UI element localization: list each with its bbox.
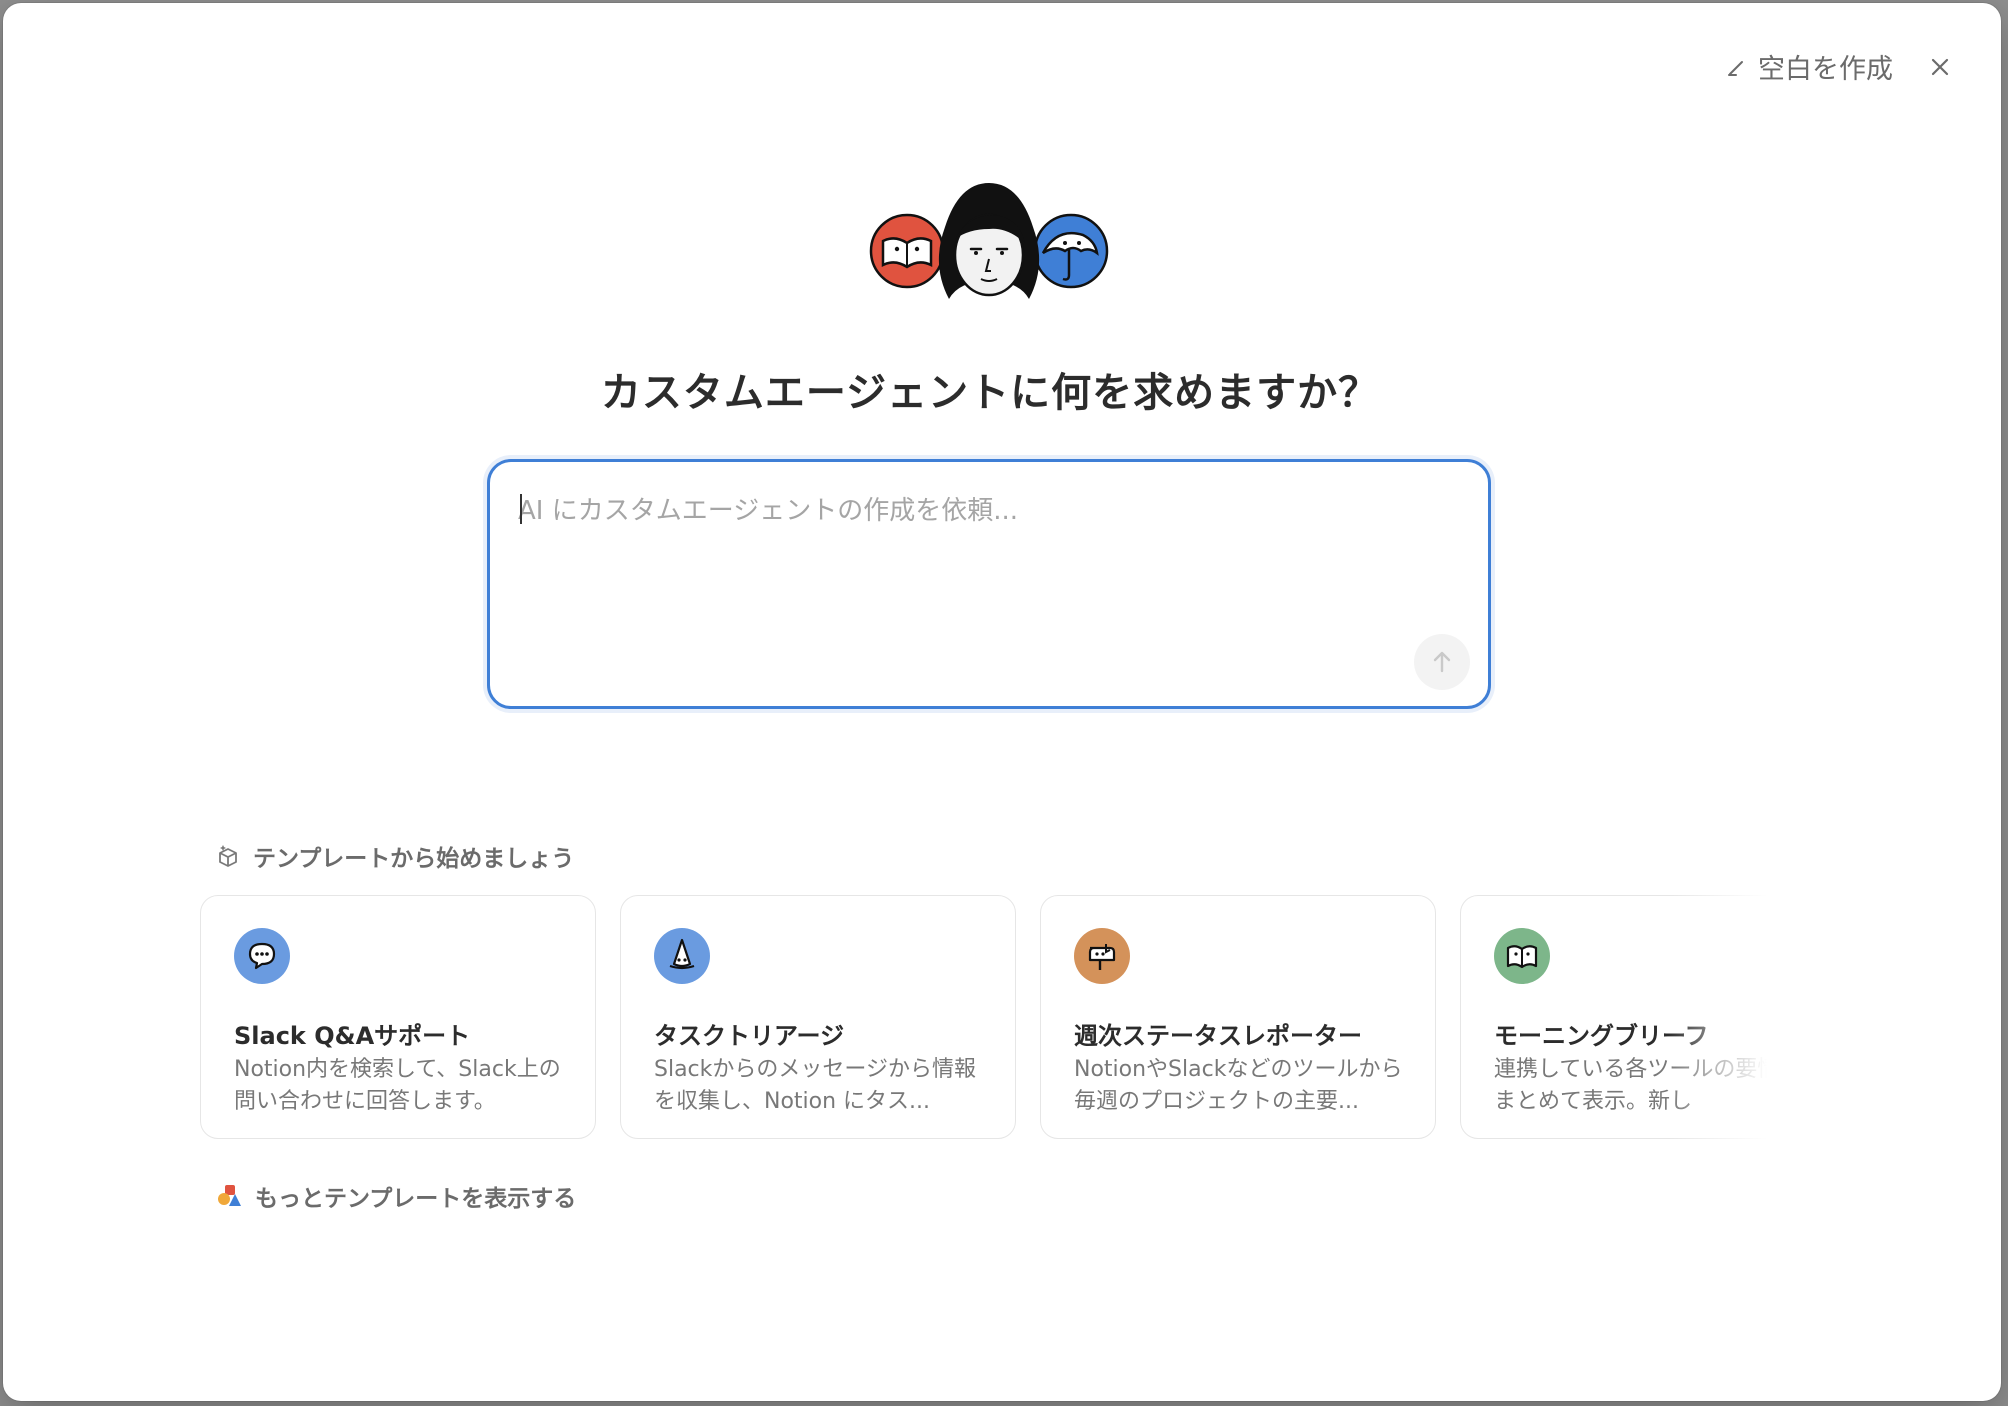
sparkle-box-icon [219,845,237,867]
book-badge-icon [869,213,945,289]
templates-section-title: テンプレートから始めましょう [215,839,574,873]
custom-agent-dialog: 空白を作成 カスタムエージェントに何を求めますか？ AI にカスタムエージェント… [3,3,2001,1401]
template-card-title: Slack Q&Aサポート [234,1022,471,1050]
dialog-top-actions: 空白を作成 [1720,43,1953,90]
template-card-weekly-status[interactable]: 週次ステータスレポーター NotionやSlackなどのツールから毎週のプロジェ… [1040,895,1436,1139]
template-card-morning-brief[interactable]: モーニングブリーフ 連携している各ツールの要情報をまとめて表示。新し [1460,895,1778,1139]
shapes-icon [218,1185,241,1206]
speech-bubble-icon [234,928,290,984]
template-card-slack-qa[interactable]: Slack Q&Aサポート Notion内を検索して、Slack上の問い合わせに… [200,895,596,1139]
create-blank-label: 空白を作成 [1758,54,1893,85]
wizard-hat-icon [654,928,710,984]
template-card-task-triage[interactable]: タスクトリアージ Slackからのメッセージから情報を収集し、Notion にタ… [620,895,1016,1139]
pencil-icon [1728,60,1743,76]
templates-section-label: テンプレートから始めましょう [253,846,575,872]
close-icon [1931,58,1949,75]
mailbox-icon [1074,928,1130,984]
template-cards: Slack Q&Aサポート Notion内を検索して、Slack上の問い合わせに… [200,893,1778,1143]
agent-prompt-input[interactable] [518,490,1448,640]
template-card-description: NotionやSlackなどのツールから毎週のプロジェクトの主要... [1074,1057,1403,1114]
open-book-icon [1494,928,1550,984]
template-card-title: モーニングブリーフ [1494,1022,1709,1050]
page-title: カスタムエージェントに何を求めますか？ [600,370,1380,416]
arrow-up-icon [1433,651,1451,673]
person-avatar-icon [938,183,1040,299]
send-button[interactable] [1414,634,1470,690]
template-card-description: 連携している各ツールの要情報をまとめて表示。新し [1494,1057,1778,1114]
template-card-description: Slackからのメッセージから情報を収集し、Notion にタス... [654,1057,976,1114]
create-blank-button[interactable]: 空白を作成 [1720,43,1899,90]
template-card-title: タスクトリアージ [654,1022,845,1050]
template-card-description: Notion内を検索して、Slack上の問い合わせに回答します。 [234,1057,561,1114]
template-card-title: 週次ステータスレポーター [1074,1022,1362,1050]
hero-illustration [869,179,1109,303]
umbrella-badge-icon [1033,213,1109,289]
agent-prompt-box [487,459,1491,709]
close-button[interactable] [1927,54,1953,80]
more-templates-link[interactable]: もっとテンプレートを表示する [215,1179,576,1213]
more-templates-label: もっとテンプレートを表示する [255,1186,577,1212]
text-caret [520,494,522,524]
